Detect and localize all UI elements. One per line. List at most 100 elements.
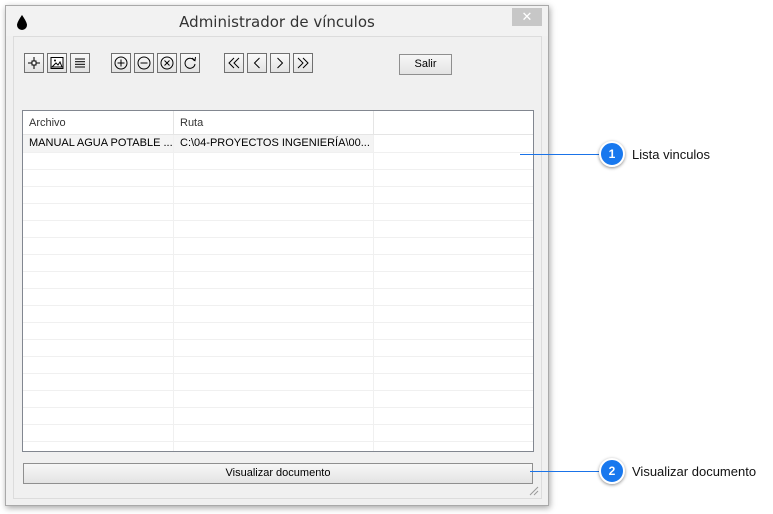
callout-2-badge: 2 [599, 458, 625, 484]
minus-circle-icon [137, 56, 151, 70]
empty-cell [374, 424, 533, 441]
empty-cell [23, 356, 174, 373]
remove-button[interactable] [134, 53, 154, 73]
list-header: Archivo Ruta [23, 111, 533, 135]
empty-cell [174, 254, 374, 271]
table-row[interactable]: MANUAL AGUA POTABLE ... C:\04-PROYECTOS … [23, 135, 533, 153]
empty-cell [174, 271, 374, 288]
empty-row [23, 305, 533, 323]
callout-1-label: Lista vinculos [632, 147, 711, 162]
double-chevron-left-icon [228, 57, 240, 69]
column-header-ruta[interactable]: Ruta [174, 111, 374, 134]
empty-cell [23, 390, 174, 407]
empty-row [23, 186, 533, 204]
empty-cell [23, 169, 174, 186]
previous-button[interactable] [247, 53, 267, 73]
cell-extra [374, 135, 533, 152]
empty-row [23, 220, 533, 238]
list-body: MANUAL AGUA POTABLE ... C:\04-PROYECTOS … [23, 135, 533, 451]
list-icon [75, 58, 85, 68]
cell-archivo: MANUAL AGUA POTABLE ... [23, 135, 174, 152]
column-header-archivo[interactable]: Archivo [23, 111, 174, 134]
empty-cell [374, 288, 533, 305]
plus-circle-icon [114, 56, 128, 70]
refresh-button[interactable] [180, 53, 200, 73]
chevron-left-icon [253, 57, 260, 69]
empty-row [23, 390, 533, 408]
empty-cell [23, 322, 174, 339]
empty-cell [374, 305, 533, 322]
empty-row [23, 339, 533, 357]
empty-cell [23, 373, 174, 390]
empty-cell [374, 169, 533, 186]
empty-cell [374, 441, 533, 451]
empty-cell [374, 254, 533, 271]
first-button[interactable] [224, 53, 244, 73]
column-header-extra[interactable] [374, 111, 533, 134]
empty-cell [23, 288, 174, 305]
callout-2-line [530, 471, 600, 472]
add-button[interactable] [111, 53, 131, 73]
empty-cell [23, 424, 174, 441]
empty-row [23, 152, 533, 170]
empty-cell [374, 390, 533, 407]
callout-1-badge: 1 [599, 141, 625, 167]
empty-cell [374, 339, 533, 356]
empty-cell [174, 356, 374, 373]
empty-cell [174, 220, 374, 237]
empty-cell [174, 424, 374, 441]
empty-cell [174, 169, 374, 186]
resize-grip-icon[interactable] [529, 486, 539, 496]
empty-cell [374, 152, 533, 169]
empty-row [23, 441, 533, 451]
window-title: Administrador de vínculos [179, 13, 375, 31]
empty-cell [374, 407, 533, 424]
empty-cell [23, 237, 174, 254]
double-chevron-right-icon [297, 57, 309, 69]
empty-cell [174, 441, 374, 451]
empty-cell [174, 305, 374, 322]
empty-row [23, 203, 533, 221]
empty-cell [374, 373, 533, 390]
chevron-right-icon [277, 57, 284, 69]
empty-cell [23, 271, 174, 288]
empty-cell [23, 186, 174, 203]
empty-cell [374, 322, 533, 339]
empty-row [23, 424, 533, 442]
empty-cell [374, 356, 533, 373]
locate-button[interactable] [24, 53, 44, 73]
empty-cell [374, 203, 533, 220]
empty-cell [174, 152, 374, 169]
empty-cell [23, 220, 174, 237]
empty-row [23, 407, 533, 425]
empty-cell [23, 407, 174, 424]
empty-cell [374, 237, 533, 254]
empty-cell [23, 152, 174, 169]
empty-cell [174, 203, 374, 220]
next-button[interactable] [270, 53, 290, 73]
empty-cell [174, 288, 374, 305]
empty-cell [174, 237, 374, 254]
dialog-client-area: Salir Archivo Ruta MANUAL AGUA POTABLE .… [13, 36, 542, 499]
image-button[interactable] [47, 53, 67, 73]
empty-cell [174, 390, 374, 407]
callout-2-label: Visualizar documento [632, 464, 757, 479]
empty-cell [174, 407, 374, 424]
empty-cell [374, 271, 533, 288]
close-button[interactable]: ✕ [512, 8, 542, 26]
empty-cell [23, 203, 174, 220]
last-button[interactable] [293, 53, 313, 73]
empty-row [23, 322, 533, 340]
list-button[interactable] [70, 53, 90, 73]
empty-cell [23, 441, 174, 451]
empty-row [23, 288, 533, 306]
empty-cell [23, 339, 174, 356]
empty-cell [174, 339, 374, 356]
delete-button[interactable] [157, 53, 177, 73]
links-list[interactable]: Archivo Ruta MANUAL AGUA POTABLE ... C:\… [22, 110, 534, 452]
title-bar[interactable]: Administrador de vínculos ✕ [6, 6, 548, 36]
cell-ruta: C:\04-PROYECTOS INGENIERÍA\00... [174, 135, 374, 152]
visualizar-documento-button[interactable]: Visualizar documento [23, 463, 533, 484]
salir-button[interactable]: Salir [399, 54, 452, 75]
x-circle-icon [160, 56, 174, 70]
